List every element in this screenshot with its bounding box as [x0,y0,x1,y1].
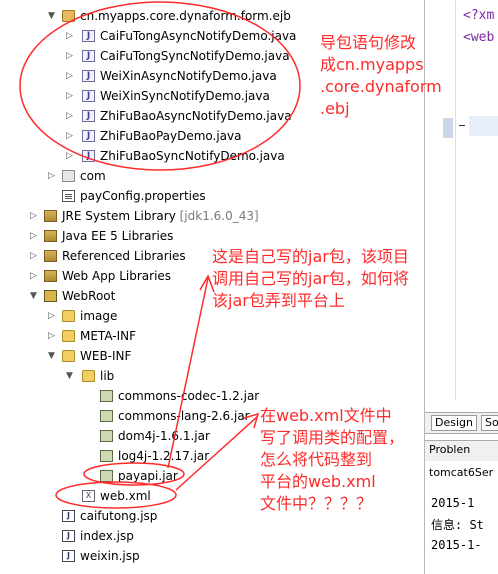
annotation-arrow-jar [167,277,209,469]
note-line: 写了调用类的配置， [260,428,405,447]
note-line: 平台的web.xml [260,472,376,491]
note-line: 这是自己写的jar包，该项目 [212,247,409,266]
note-line: 该jar包弄到平台上 [212,291,345,310]
note-line: 在web.xml文件中 [260,406,392,425]
note-line: 文件中？？？？ [260,494,373,513]
note-line: .ebj [320,99,350,118]
note-line: 导包语句修改 [320,33,417,52]
note-line: 成cn.myapps [320,55,424,74]
note-line: 怎么将代码整到 [260,450,373,469]
annotation-note-jar: 这是自己写的jar包，该项目 调用自己写的jar包，如何将 该jar包弄到平台上 [212,246,409,312]
note-line: 调用自己写的jar包，如何将 [212,269,409,288]
annotation-ellipse-package [19,1,301,171]
annotation-arrow-webxml [175,415,259,491]
annotation-note-import: 导包语句修改 成cn.myapps .core.dynaform .ebj [320,32,442,120]
annotation-note-webxml: 在web.xml文件中 写了调用类的配置， 怎么将代码整到 平台的web.xml… [260,405,404,515]
note-line: .core.dynaform [320,77,442,96]
annotation-ellipse-webxml [55,481,177,509]
